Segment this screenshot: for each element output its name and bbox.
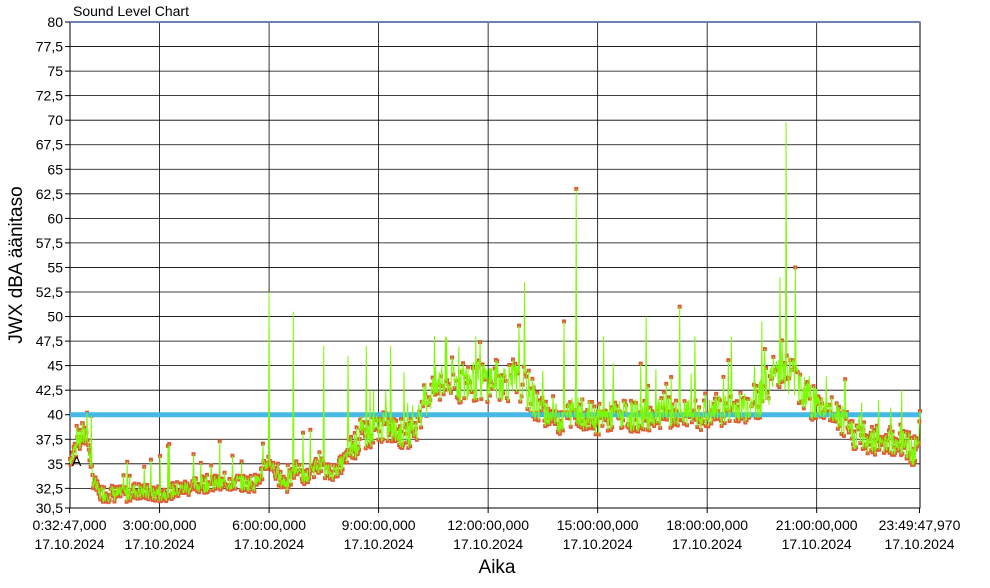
y-tick-label: 67,5 xyxy=(36,137,63,153)
x-tick-time: 12:00:00,000 xyxy=(447,517,529,533)
y-tick-label: 50 xyxy=(47,309,63,325)
x-tick-date: 17.10.2024 xyxy=(672,536,742,552)
x-tick-date: 17.10.2024 xyxy=(344,536,414,552)
y-tick-label: 60 xyxy=(47,210,63,226)
x-tick-time: 9:00:00,000 xyxy=(342,517,416,533)
x-tick-time: 3:00:00,000 xyxy=(123,517,197,533)
y-axis-title: JWX dBA äänitaso xyxy=(6,186,27,343)
x-tick-date: 17.10.2024 xyxy=(234,536,304,552)
x-tick-date: 17.10.2024 xyxy=(782,536,852,552)
y-axis-ticks: 80 77,5 75 72,5 70 67,5 65 62,5 60 57,5 55 52,5 50 47… xyxy=(36,14,70,516)
y-tick-label: 77,5 xyxy=(36,39,63,55)
x-tick-date: 17.10.2024 xyxy=(125,536,195,552)
x-tick-time: 0:32:47,000 xyxy=(33,517,107,533)
y-tick-label: 35 xyxy=(47,456,63,472)
y-tick-label: 32,5 xyxy=(36,480,63,496)
x-tick-time: 15:00:00,000 xyxy=(557,517,639,533)
y-tick-label: 75 xyxy=(47,63,63,79)
x-tick-time: 6:00:00,000 xyxy=(232,517,306,533)
x-tick-date: 17.10.2024 xyxy=(34,536,104,552)
y-tick-label: 70 xyxy=(47,112,63,128)
y-tick-label: 47,5 xyxy=(36,333,63,349)
y-tick-label: 52,5 xyxy=(36,284,63,300)
y-tick-label: 40 xyxy=(47,407,63,423)
x-tick-time: 21:00:00,000 xyxy=(776,517,858,533)
y-tick-label: 42,5 xyxy=(36,382,63,398)
y-tick-label: 30,5 xyxy=(36,500,63,516)
x-tick-date: 17.10.2024 xyxy=(884,536,954,552)
plot-background xyxy=(69,21,921,509)
x-tick-date: 17.10.2024 xyxy=(453,536,523,552)
x-tick-time: 18:00:00,000 xyxy=(666,517,748,533)
y-tick-label: 57,5 xyxy=(36,235,63,251)
x-axis-title: Aika xyxy=(479,557,516,578)
y-tick-label: 72,5 xyxy=(36,88,63,104)
marker-label: A xyxy=(72,453,82,469)
y-tick-label: 37,5 xyxy=(36,431,63,447)
x-axis-ticks: 0:32:47,000 17.10.2024 3:00:00,000 17.10.20… xyxy=(33,508,961,552)
y-tick-label: 55 xyxy=(47,259,63,275)
chart-title: Sound Level Chart xyxy=(73,3,189,19)
y-tick-label: 65 xyxy=(47,161,63,177)
x-tick-time: 23:49:47,970 xyxy=(879,517,961,533)
sound-level-chart: Sound Level Chart A 80 77,5 75 72,5 70 67,5 65… xyxy=(6,3,961,578)
x-tick-date: 17.10.2024 xyxy=(563,536,633,552)
y-tick-label: 80 xyxy=(47,14,63,30)
y-tick-label: 45 xyxy=(47,358,63,374)
y-tick-label: 62,5 xyxy=(36,186,63,202)
plot-area: A xyxy=(68,21,922,509)
